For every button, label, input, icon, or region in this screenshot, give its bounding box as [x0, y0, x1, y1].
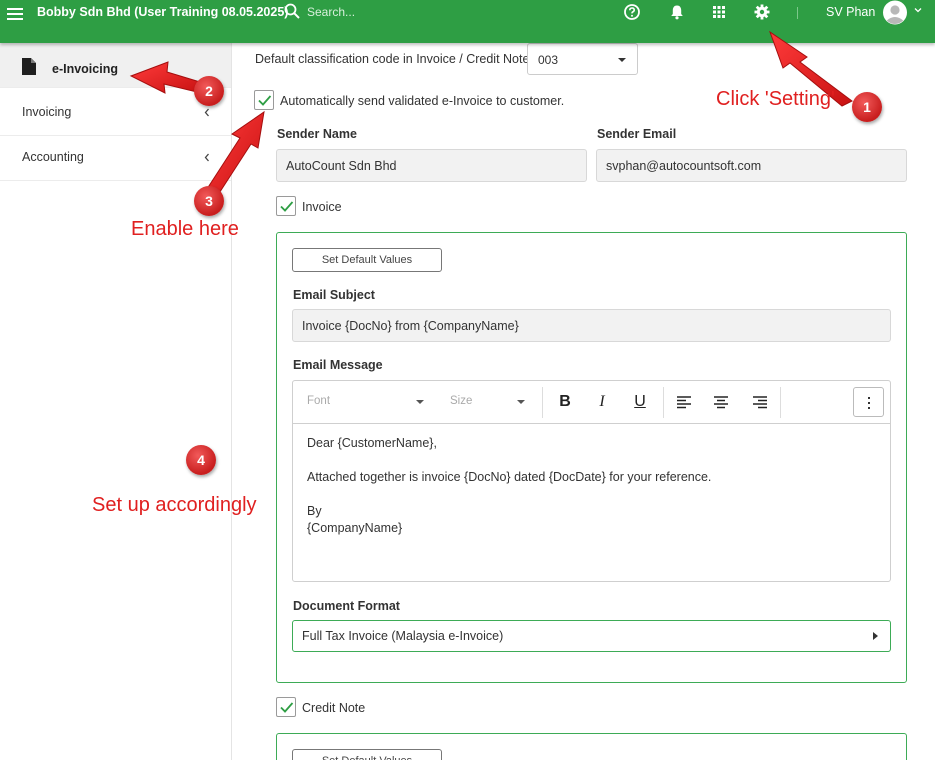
credit-note-settings-panel: Set Default Values: [276, 733, 907, 760]
sidebar-item-label: Accounting: [22, 150, 84, 164]
search-icon[interactable]: [284, 3, 300, 19]
help-icon[interactable]: [623, 3, 641, 21]
message-line: {CompanyName}: [307, 521, 403, 535]
toolbar-separator: [542, 387, 543, 418]
invoice-settings-panel: Set Default Values Email Subject Email M…: [276, 232, 907, 683]
auto-send-label: Automatically send validated e-Invoice t…: [280, 94, 565, 108]
step-badge-2: 2: [194, 76, 224, 106]
hamburger-menu-icon[interactable]: [7, 8, 23, 22]
classification-code-label: Default classification code in Invoice /…: [255, 52, 530, 66]
auto-send-checkbox[interactable]: [254, 90, 274, 110]
message-line: By: [307, 504, 322, 518]
chevron-left-icon: [204, 153, 209, 162]
email-subject-label: Email Subject: [293, 288, 375, 302]
checkmark-icon: [258, 95, 272, 106]
sidebar: e-Invoicing Invoicing Accounting: [0, 43, 232, 760]
step-badge-1: 1: [852, 92, 882, 122]
editor-toolbar: Font Size B I U: [293, 381, 890, 424]
align-right-icon[interactable]: [749, 391, 771, 413]
topbar-divider: [797, 7, 798, 19]
email-message-editor[interactable]: Font Size B I U Dear {CustomerName}, Att…: [292, 380, 891, 582]
invoice-checkbox[interactable]: [276, 196, 296, 216]
dropdown-arrow-icon: [618, 58, 626, 62]
email-message-label: Email Message: [293, 358, 383, 372]
align-left-icon[interactable]: [673, 391, 695, 413]
classification-code-value: 003: [538, 53, 559, 67]
annotation-enable-here: Enable here: [131, 218, 239, 240]
classification-code-select[interactable]: 003: [527, 43, 638, 75]
email-message-body[interactable]: Dear {CustomerName}, Attached together i…: [307, 435, 711, 537]
message-line: Attached together is invoice {DocNo} dat…: [307, 470, 712, 484]
chevron-right-icon: [873, 632, 878, 640]
sidebar-item-label: Invoicing: [22, 105, 72, 119]
email-subject-input[interactable]: [292, 309, 891, 342]
set-default-values-button[interactable]: Set Default Values: [292, 248, 442, 272]
document-format-label: Document Format: [293, 599, 400, 613]
credit-note-checkbox[interactable]: [276, 697, 296, 717]
annotation-set-up-accordingly: Set up accordingly: [92, 494, 257, 516]
sidebar-item-label: e-Invoicing: [52, 62, 118, 76]
user-avatar-icon[interactable]: [881, 0, 909, 25]
document-format-value: Full Tax Invoice (Malaysia e-Invoice): [302, 629, 504, 643]
bold-button[interactable]: B: [554, 391, 576, 413]
checkmark-icon: [280, 201, 294, 212]
font-family-select[interactable]: Font: [307, 395, 330, 407]
checkmark-icon: [280, 702, 294, 713]
company-name[interactable]: Bobby Sdn Bhd (User Training 08.05.2025): [37, 5, 288, 19]
step-badge-4: 4: [186, 445, 216, 475]
top-bar: Bobby Sdn Bhd (User Training 08.05.2025): [0, 0, 935, 43]
chevron-down-icon[interactable]: [914, 6, 922, 14]
message-line: [307, 452, 711, 469]
document-icon: [22, 58, 36, 75]
set-default-values-button[interactable]: Set Default Values: [292, 749, 442, 760]
sender-name-input[interactable]: [276, 149, 587, 182]
align-center-icon[interactable]: [710, 391, 732, 413]
italic-button[interactable]: I: [591, 391, 613, 413]
chevron-left-icon: [204, 108, 209, 117]
more-options-icon[interactable]: [853, 387, 884, 417]
message-line: Dear {CustomerName},: [307, 436, 437, 450]
document-format-select[interactable]: Full Tax Invoice (Malaysia e-Invoice): [292, 620, 891, 652]
apps-grid-icon[interactable]: [710, 3, 728, 21]
underline-button[interactable]: U: [629, 391, 651, 413]
user-name[interactable]: SV Phan: [826, 5, 875, 19]
toolbar-separator: [663, 387, 664, 418]
font-dropdown-arrow-icon[interactable]: [416, 400, 424, 404]
main-content: Default classification code in Invoice /…: [232, 43, 935, 760]
sender-name-label: Sender Name: [277, 127, 357, 141]
font-size-select[interactable]: Size: [450, 395, 472, 407]
toolbar-separator: [780, 387, 781, 418]
step-badge-3: 3: [194, 186, 224, 216]
bell-icon[interactable]: [668, 3, 686, 21]
sender-email-label: Sender Email: [597, 127, 677, 141]
settings-gear-icon[interactable]: [753, 3, 771, 21]
sidebar-item-accounting[interactable]: Accounting: [0, 136, 231, 181]
invoice-label: Invoice: [302, 200, 342, 214]
credit-note-label: Credit Note: [302, 701, 366, 715]
annotation-click-setting: Click 'Setting': [716, 88, 835, 110]
size-dropdown-arrow-icon[interactable]: [517, 400, 525, 404]
search-input[interactable]: [307, 3, 507, 21]
message-line: [307, 486, 711, 503]
sender-email-input[interactable]: [596, 149, 907, 182]
